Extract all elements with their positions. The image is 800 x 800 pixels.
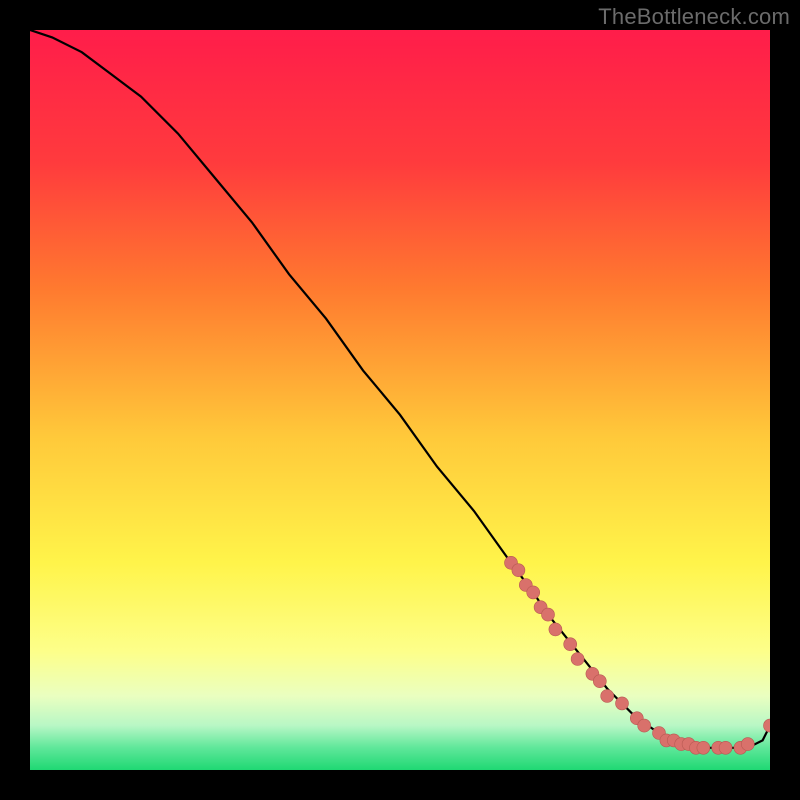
highlight-point xyxy=(719,741,732,754)
plot-area xyxy=(30,30,770,770)
highlight-point xyxy=(571,653,584,666)
gradient-background xyxy=(30,30,770,770)
highlight-point xyxy=(697,741,710,754)
chart-svg xyxy=(30,30,770,770)
highlight-point xyxy=(564,638,577,651)
watermark-text: TheBottleneck.com xyxy=(598,4,790,30)
highlight-point xyxy=(601,690,614,703)
highlight-point xyxy=(527,586,540,599)
highlight-point xyxy=(741,738,754,751)
highlight-point xyxy=(549,623,562,636)
chart-stage: TheBottleneck.com xyxy=(0,0,800,800)
highlight-point xyxy=(512,564,525,577)
highlight-point xyxy=(638,719,651,732)
highlight-point xyxy=(593,675,606,688)
highlight-point xyxy=(616,697,629,710)
highlight-point xyxy=(542,608,555,621)
